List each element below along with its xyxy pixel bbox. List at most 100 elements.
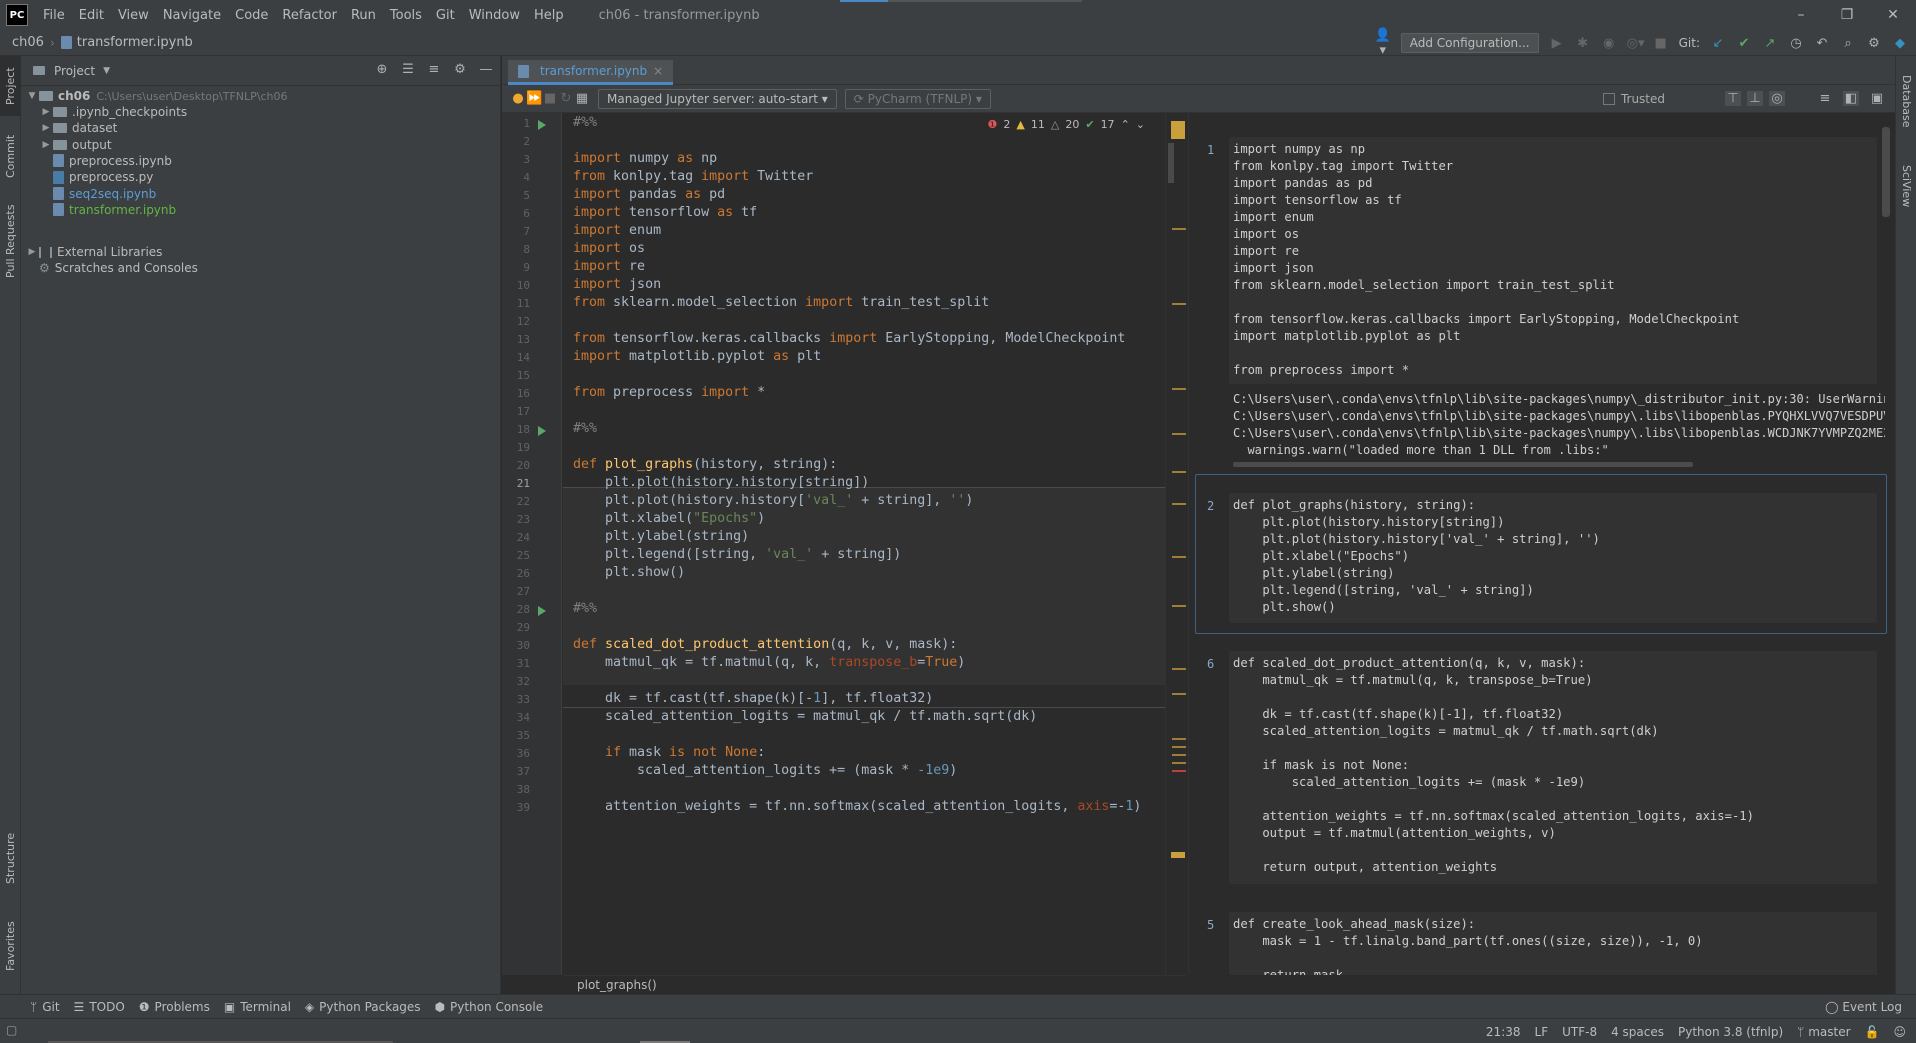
preview-only-icon[interactable]: ▣	[1869, 91, 1885, 106]
warning-stripe[interactable]	[1172, 605, 1186, 607]
warning-marker[interactable]	[1171, 121, 1185, 139]
stop-icon[interactable]: ■	[1653, 36, 1669, 51]
expanded-arrow-icon[interactable]: ▼	[25, 91, 39, 101]
collapsed-arrow-icon[interactable]: ▶	[39, 123, 53, 133]
breadcrumb-file[interactable]: transformer.ipynb	[77, 35, 193, 50]
tree-item[interactable]: transformer.ipynb	[53, 200, 176, 220]
search-icon[interactable]: ⌕	[1840, 36, 1856, 51]
preview-icon[interactable]: ◎	[1769, 91, 1785, 106]
lightbulb-icon[interactable]: ●	[510, 91, 526, 106]
preview-cell[interactable]: def plot_graphs(history, string): plt.pl…	[1229, 493, 1877, 623]
project-panel-title[interactable]: Project	[54, 64, 95, 78]
tool-todo[interactable]: ☰ TODO	[74, 1000, 125, 1014]
python-interpreter[interactable]: Python 3.8 (tfnlp)	[1678, 1025, 1783, 1039]
file-encoding[interactable]: UTF-8	[1562, 1025, 1597, 1039]
run-cell-icon[interactable]	[538, 120, 546, 130]
breadcrumb-project[interactable]: ch06	[12, 35, 44, 50]
git-rollback-icon[interactable]: ↶	[1814, 36, 1830, 51]
editor-only-icon[interactable]: ≡	[1817, 91, 1833, 106]
next-highlight-icon[interactable]: ⌄	[1136, 118, 1145, 131]
preview-cell[interactable]: import numpy as np from konlpy.tag impor…	[1229, 137, 1877, 384]
run-cell-icon[interactable]	[538, 426, 546, 436]
restore-icon[interactable]: ❐	[1824, 0, 1870, 30]
run-cell-icon[interactable]	[538, 606, 546, 616]
tool-python-packages[interactable]: ◈ Python Packages	[305, 1000, 421, 1014]
git-update-icon[interactable]: ↙	[1710, 36, 1726, 51]
line-separator[interactable]: LF	[1535, 1025, 1549, 1039]
collapse-all-icon[interactable]: ≡	[426, 62, 442, 77]
previous-highlight-icon[interactable]: ⌃	[1121, 118, 1130, 131]
inspection-widget[interactable]: ❶2 ▲ 11 △ 20 ✔ 17 ⌃ ⌄	[988, 118, 1145, 131]
profile-icon[interactable]: ◎▾	[1627, 36, 1645, 51]
run-icon[interactable]: ▶	[1549, 36, 1565, 51]
warning-stripe[interactable]	[1172, 503, 1186, 505]
menu-navigate[interactable]: Navigate	[156, 8, 228, 23]
warning-stripe[interactable]	[1172, 228, 1186, 230]
menu-window[interactable]: Window	[462, 8, 527, 23]
tree-scratches[interactable]: ⚙ Scratches and Consoles	[39, 258, 198, 278]
output-hscroll[interactable]	[1233, 462, 1693, 467]
editor-breadcrumb[interactable]: plot_graphs()	[563, 975, 1187, 994]
indent-setting[interactable]: 4 spaces	[1611, 1025, 1664, 1039]
menu-view[interactable]: View	[111, 8, 156, 23]
warning-stripe[interactable]	[1172, 471, 1186, 473]
close-tab-icon[interactable]: ×	[653, 64, 663, 78]
tool-tab-project[interactable]: Project	[0, 56, 21, 116]
variables-icon[interactable]: ▦	[574, 91, 590, 106]
trusted-toggle[interactable]: Trusted	[1602, 92, 1665, 106]
insert-cell-below-icon[interactable]: ⊥	[1747, 91, 1763, 106]
interrupt-kernel-icon[interactable]: ■	[542, 91, 558, 106]
tool-tab-structure[interactable]: Structure	[0, 828, 21, 888]
collapsed-arrow-icon[interactable]: ▶	[25, 247, 39, 257]
notifications-icon[interactable]: ☺	[1893, 1025, 1906, 1039]
warning-stripe[interactable]	[1172, 754, 1186, 756]
tool-problems[interactable]: ❶ Problems	[139, 1000, 210, 1014]
hide-panel-icon[interactable]: —	[478, 62, 494, 77]
warning-stripe[interactable]	[1172, 433, 1186, 435]
expand-all-icon[interactable]: ☰	[400, 62, 416, 77]
warning-stripe[interactable]	[1172, 556, 1186, 558]
warning-stripe[interactable]	[1172, 388, 1186, 390]
preview-cell[interactable]: def scaled_dot_product_attention(q, k, v…	[1229, 651, 1877, 884]
menu-edit[interactable]: Edit	[72, 8, 111, 23]
git-commit-icon[interactable]: ✔	[1736, 36, 1752, 51]
tool-tab-commit[interactable]: Commit	[0, 126, 21, 186]
warning-stripe[interactable]	[1172, 762, 1186, 764]
menu-git[interactable]: Git	[429, 8, 462, 23]
tool-python-console[interactable]: ⬢ Python Console	[435, 1000, 544, 1014]
warning-stripe[interactable]	[1172, 738, 1186, 740]
debug-icon[interactable]: ✱	[1575, 36, 1591, 51]
restart-kernel-icon[interactable]: ↻	[558, 91, 574, 106]
tool-tab-pull-requests[interactable]: Pull Requests	[0, 196, 21, 286]
tool-tab-favorites[interactable]: Favorites	[0, 916, 21, 976]
warning-stripe[interactable]	[1172, 303, 1186, 305]
git-branch[interactable]: ᛘ master	[1797, 1025, 1850, 1039]
minimize-icon[interactable]: –	[1778, 0, 1824, 30]
add-configuration-button[interactable]: Add Configuration...	[1400, 33, 1539, 53]
preview-scrollbar[interactable]	[1882, 127, 1890, 217]
insert-cell-above-icon[interactable]: ⊤	[1725, 91, 1741, 106]
editor-scrollbar[interactable]	[1165, 113, 1187, 975]
menu-run[interactable]: Run	[344, 8, 383, 23]
interpreter-dropdown[interactable]: ⟳ PyCharm (TFNLP) ▾	[844, 88, 991, 109]
user-icon[interactable]: 👤▾	[1375, 28, 1391, 58]
menu-file[interactable]: File	[36, 8, 72, 23]
warning-stripe[interactable]	[1172, 693, 1186, 695]
tab-transformer-notebook[interactable]: transformer.ipynb ×	[508, 60, 674, 85]
git-push-icon[interactable]: ↗	[1762, 36, 1778, 51]
split-view-icon[interactable]: ◧	[1843, 91, 1859, 106]
lock-icon[interactable]: 🔓	[1865, 1025, 1880, 1039]
warning-marker[interactable]	[1171, 852, 1185, 858]
menu-refactor[interactable]: Refactor	[275, 8, 344, 23]
scroll-thumb[interactable]	[1168, 143, 1174, 183]
close-icon[interactable]: ✕	[1870, 0, 1916, 30]
trusted-checkbox[interactable]	[1602, 92, 1615, 105]
menu-code[interactable]: Code	[228, 8, 275, 23]
coverage-icon[interactable]: ◉	[1601, 36, 1617, 51]
menu-help[interactable]: Help	[527, 8, 571, 23]
collapsed-arrow-icon[interactable]: ▶	[39, 140, 53, 150]
menu-tools[interactable]: Tools	[383, 8, 429, 23]
tool-tab-sciview[interactable]: SciView	[1896, 156, 1916, 216]
tool-terminal[interactable]: ▣ Terminal	[224, 1000, 291, 1014]
tool-git[interactable]: ᛘ Git	[30, 1000, 60, 1014]
